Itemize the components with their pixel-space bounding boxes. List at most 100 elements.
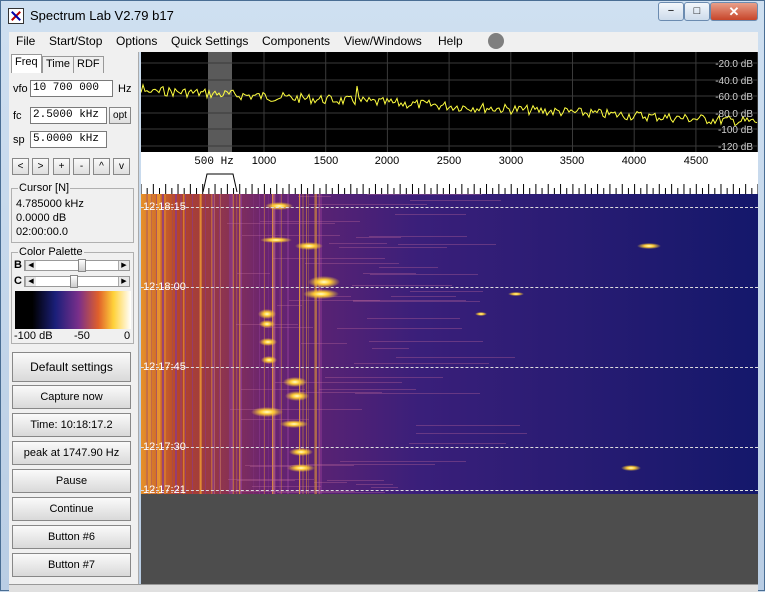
slider-right-arrow-icon[interactable]: ▶ — [118, 277, 129, 286]
waterfall-streak — [241, 419, 309, 420]
slider-left-arrow-icon[interactable]: ◀ — [25, 277, 36, 286]
cursor-group-title: Cursor [N] — [18, 182, 71, 194]
spectrum-graph[interactable]: -20.0 dB -40.0 dB -60.0 dB -80.0 dB -100 dB -… — [141, 52, 758, 152]
waterfall-display[interactable]: 12:18:15 12:18:00 12:17:45 12:17:30 12:17:21 — [141, 194, 758, 494]
waterfall-streak — [250, 466, 291, 467]
waterfall-streak — [352, 285, 452, 286]
zoom-in-button[interactable]: + — [53, 158, 70, 175]
contrast-thumb[interactable] — [70, 275, 79, 288]
close-button[interactable]: ✕ — [710, 2, 758, 21]
brightness-slider[interactable]: ◀ ▶ — [24, 259, 130, 272]
cursor-group: Cursor [N] 4.785000 kHz 0.0000 dB 02:00:… — [11, 182, 134, 243]
vfo-label: vfo — [13, 83, 28, 95]
waterfall-streak — [369, 341, 483, 342]
nav-left-button[interactable]: < — [12, 158, 29, 175]
capture-now-button[interactable]: Capture now — [12, 385, 131, 409]
waterfall-streak — [410, 200, 501, 201]
menu-help[interactable]: Help — [438, 34, 463, 48]
waterfall-streak — [277, 492, 385, 493]
cursor-freq: 4.785000 kHz — [16, 198, 84, 210]
maximize-button[interactable]: □ — [684, 2, 710, 21]
db-label: -120 dB — [718, 142, 753, 152]
waterfall-streak — [314, 482, 347, 483]
app-icon[interactable] — [8, 8, 24, 24]
waterfall-timestamp: 12:18:15 — [143, 201, 186, 213]
signal-blob — [261, 356, 277, 364]
waterfall-streak — [416, 425, 520, 426]
timestamp-line — [141, 207, 758, 208]
color-palette-group: Color Palette B ◀ ▶ C ◀ ▶ -100 dB -50 0 — [11, 246, 134, 344]
menu-options[interactable]: Options — [116, 34, 157, 48]
frequency-scale-svg: 500 Hz 1000 1500 2000 2500 3000 3500 4000 4500 — [140, 155, 759, 194]
waterfall-streak — [242, 235, 340, 236]
sp-label: sp — [13, 134, 25, 146]
waterfall-streak — [265, 327, 313, 328]
menu-view-windows[interactable]: View/Windows — [344, 34, 422, 48]
fc-label: fc — [13, 110, 22, 122]
timestamp-line — [141, 367, 758, 368]
signal-blob — [258, 309, 276, 319]
peak-button[interactable]: peak at 1747.90 Hz — [12, 441, 131, 465]
slider-left-arrow-icon[interactable]: ◀ — [25, 261, 36, 270]
contrast-slider[interactable]: ◀ ▶ — [24, 275, 130, 288]
pause-button[interactable]: Pause — [12, 469, 131, 493]
button-6[interactable]: Button #6 — [12, 525, 131, 549]
waterfall-streak — [237, 480, 295, 481]
menu-quick-settings[interactable]: Quick Settings — [171, 34, 248, 48]
menu-start-stop[interactable]: Start/Stop — [49, 34, 102, 48]
signal-blob — [259, 320, 275, 328]
waterfall-svg — [141, 194, 758, 494]
signal-blob — [287, 464, 315, 472]
time-button[interactable]: Time: 10:18:17.2 — [12, 413, 131, 437]
menu-file[interactable]: File — [16, 34, 35, 48]
signal-blob — [280, 420, 308, 428]
signal-blob — [303, 289, 339, 299]
sp-field[interactable]: 5.0000 kHz — [30, 131, 107, 148]
waterfall-streak — [398, 244, 496, 245]
menu-components[interactable]: Components — [262, 34, 330, 48]
default-settings-button[interactable]: Default settings — [12, 352, 131, 382]
brightness-label: B — [14, 259, 22, 271]
left-control-panel: Freq Time RDF vfo 10 700 000 Hz fc 2.500… — [9, 52, 139, 584]
button-7[interactable]: Button #7 — [12, 553, 131, 577]
waterfall-streak — [237, 194, 238, 494]
waterfall-streak — [227, 223, 335, 224]
waterfall-streak — [370, 274, 478, 275]
brightness-thumb[interactable] — [77, 259, 86, 272]
nav-right-button[interactable]: > — [32, 158, 49, 175]
signal-blob — [283, 377, 307, 387]
waterfall-streak — [325, 377, 443, 378]
tab-freq[interactable]: Freq — [11, 54, 42, 73]
color-palette-title: Color Palette — [18, 246, 84, 258]
minimize-button[interactable]: − — [658, 2, 684, 21]
signal-blob — [508, 292, 524, 296]
waterfall-streak — [277, 305, 302, 306]
waterfall-timestamp: 12:17:21 — [143, 484, 186, 494]
waterfall-streak — [199, 194, 201, 494]
palette-max-label: 0 — [124, 330, 131, 342]
title-bar[interactable]: Spectrum Lab V2.79 b17 − □ ✕ — [1, 1, 764, 31]
nav-down-button[interactable]: v — [113, 158, 130, 175]
waterfall-streak — [213, 194, 215, 494]
nav-up-button[interactable]: ^ — [93, 158, 110, 175]
freq-label: 4000 — [622, 155, 646, 167]
waterfall-streak — [354, 363, 489, 364]
waterfall-streak — [229, 194, 231, 494]
waterfall-streak — [356, 484, 393, 485]
frequency-scale[interactable]: 500 Hz 1000 1500 2000 2500 3000 3500 4000 4500 — [140, 152, 759, 194]
fc-field[interactable]: 2.5000 kHz — [30, 107, 107, 124]
continue-button[interactable]: Continue — [12, 497, 131, 521]
zoom-out-button[interactable]: - — [73, 158, 90, 175]
slider-right-arrow-icon[interactable]: ▶ — [118, 261, 129, 270]
stop-icon[interactable] — [488, 33, 504, 49]
opt-button[interactable]: opt — [109, 107, 131, 124]
db-label: -20.0 dB — [715, 59, 753, 70]
palette-mid-label: -50 — [74, 330, 90, 342]
tab-time[interactable]: Time — [42, 56, 75, 73]
vfo-field[interactable]: 10 700 000 — [30, 80, 113, 97]
waterfall-streak — [230, 409, 362, 410]
tab-rdf[interactable]: RDF — [73, 56, 104, 73]
waterfall-streak — [228, 479, 314, 480]
palette-gradient[interactable] — [15, 291, 131, 329]
waterfall-streak — [339, 247, 447, 248]
